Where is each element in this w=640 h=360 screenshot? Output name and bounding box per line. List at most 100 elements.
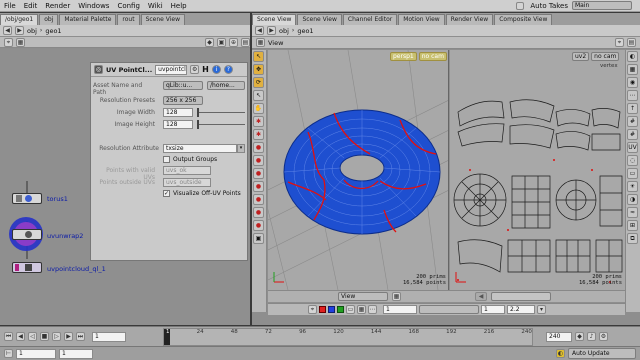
snap-options-icon[interactable]: ▾ xyxy=(537,305,546,314)
node-name-field[interactable]: uvpointcl xyxy=(155,64,188,75)
prim-numbers-icon[interactable]: # xyxy=(627,116,638,127)
tab-motion-view[interactable]: Motion View xyxy=(398,14,445,25)
auto-update-menu[interactable]: Auto Update xyxy=(568,348,636,359)
output-groups-checkbox[interactable] xyxy=(163,156,170,163)
node-uvunwrap2[interactable] xyxy=(12,229,42,240)
forward-arrow-icon[interactable]: ▶ xyxy=(15,26,24,35)
info-icon[interactable]: i xyxy=(211,65,221,74)
pin-icon[interactable]: ⌖ xyxy=(4,37,13,47)
view-tool-icon[interactable]: ✋ xyxy=(253,103,264,114)
step-field[interactable]: 1 xyxy=(481,305,505,314)
move-tool-icon[interactable]: ✥ xyxy=(253,64,264,75)
snap-tool-icon[interactable]: ● xyxy=(253,142,264,153)
uv-icon[interactable]: UV xyxy=(627,142,638,153)
first-frame-icon[interactable]: ⏮ xyxy=(4,332,13,341)
brush-tool-icon[interactable]: ✱ xyxy=(253,129,264,140)
range-start-field-2[interactable]: 1 xyxy=(59,348,93,359)
tab-scene-view-2[interactable]: Scene View xyxy=(297,14,342,25)
group-icon[interactable]: ▦ xyxy=(357,305,366,314)
menu-windows[interactable]: Windows xyxy=(74,2,113,10)
blue-swatch[interactable] xyxy=(328,306,335,313)
tab-material-palette[interactable]: Material Palette xyxy=(59,14,117,25)
attr-field[interactable]: txsize xyxy=(163,144,237,153)
grid-snap-icon[interactable]: ● xyxy=(253,155,264,166)
tab-scene-view-1[interactable]: Scene View xyxy=(252,14,297,25)
tab-obj[interactable]: obj xyxy=(39,14,59,25)
camera-icon[interactable]: ● xyxy=(253,207,264,218)
frame-field[interactable]: 1 xyxy=(383,305,417,314)
range-start-field[interactable]: 1 xyxy=(16,348,56,359)
step-forward-icon[interactable]: ▶ xyxy=(64,332,73,341)
lights-icon[interactable]: ☀ xyxy=(627,181,638,192)
tool-a-icon[interactable]: ◆ xyxy=(205,37,214,47)
help-h-icon[interactable]: H xyxy=(202,65,209,74)
path-obj[interactable]: obj xyxy=(27,27,37,35)
tool-b-icon[interactable]: ▣ xyxy=(217,37,226,47)
play-icon[interactable]: ▷ xyxy=(52,332,61,341)
image-height-handle[interactable] xyxy=(197,120,199,129)
key-icon[interactable]: ◆ xyxy=(575,332,584,341)
visualize-checkbox[interactable]: ✓ xyxy=(163,190,170,197)
hud-icon[interactable]: ⊞ xyxy=(627,220,638,231)
settings-icon[interactable]: ⚙ xyxy=(599,332,608,341)
help-icon[interactable]: ? xyxy=(223,65,233,74)
camera-menu[interactable]: no cam xyxy=(418,52,447,61)
image-width-field[interactable]: 128 xyxy=(163,108,193,117)
perspective-viewport[interactable]: persp1 no cam 200 prims 16,584 points xyxy=(268,50,449,290)
value-field[interactable]: 2.2 xyxy=(507,305,535,314)
path-geo1[interactable]: geo1 xyxy=(297,27,313,35)
menu-edit[interactable]: Edit xyxy=(20,2,42,10)
tab-obj-geo1[interactable]: /obj/geo1 xyxy=(0,14,39,25)
edge-snap-icon[interactable]: ● xyxy=(253,181,264,192)
presets-menu[interactable]: 256 x 256 xyxy=(163,96,203,105)
view-settings-icon[interactable]: ▦ xyxy=(392,292,401,301)
asset-lib-menu[interactable]: qLib::u... xyxy=(163,81,203,90)
tab-composite-view[interactable]: Composite View xyxy=(494,14,553,25)
image-width-slider[interactable] xyxy=(197,112,245,113)
bg-icon[interactable]: ▭ xyxy=(627,168,638,179)
desktop-select[interactable]: Main xyxy=(572,1,632,10)
step-back-icon[interactable]: ◀ xyxy=(16,332,25,341)
fog-icon[interactable]: ≈ xyxy=(627,207,638,218)
pin-icon[interactable]: ⌖ xyxy=(615,38,624,47)
shadows-icon[interactable]: ◑ xyxy=(627,194,638,205)
red-swatch[interactable] xyxy=(319,306,326,313)
forward-arrow-icon[interactable]: ▶ xyxy=(267,26,276,35)
path-geo1[interactable]: geo1 xyxy=(45,27,61,35)
point-snap-icon[interactable]: ● xyxy=(253,168,264,179)
green-swatch[interactable] xyxy=(337,306,344,313)
point-mode-icon[interactable]: ⋯ xyxy=(368,305,377,314)
tab-render-view[interactable]: Render View xyxy=(445,14,494,25)
last-frame-icon[interactable]: ⏭ xyxy=(76,332,85,341)
node-uvpointcloud[interactable] xyxy=(12,262,42,273)
render-icon[interactable]: ● xyxy=(253,220,264,231)
back-arrow-icon[interactable]: ◀ xyxy=(3,26,12,35)
ghost-icon[interactable]: ◌ xyxy=(627,155,638,166)
overlay-icon[interactable]: ⧉ xyxy=(627,233,638,244)
gear-icon[interactable]: ⚙ xyxy=(190,65,200,74)
menu-wiki[interactable]: Wiki xyxy=(144,2,167,10)
points-icon[interactable]: ⋯ xyxy=(627,90,638,101)
image-height-field[interactable]: 128 xyxy=(163,120,193,129)
end-frame-field[interactable]: 240 xyxy=(546,331,572,342)
update-mode-icon[interactable]: ◐ xyxy=(556,349,565,358)
stop-icon[interactable]: ■ xyxy=(40,332,49,341)
pose-tool-icon[interactable]: ✱ xyxy=(253,116,264,127)
node-torus1[interactable] xyxy=(12,193,42,204)
image-width-handle[interactable] xyxy=(197,108,199,117)
tab-rout[interactable]: rout xyxy=(117,14,140,25)
attr-dropdown-icon[interactable]: ▾ xyxy=(237,144,245,153)
grid-icon[interactable]: ▦ xyxy=(16,37,25,47)
path-obj[interactable]: obj xyxy=(279,27,289,35)
display-opt-icon[interactable]: ◐ xyxy=(627,51,638,62)
play-reverse-icon[interactable]: ◁ xyxy=(28,332,37,341)
audio-icon[interactable]: ♪ xyxy=(587,332,596,341)
tab-channel-editor[interactable]: Channel Editor xyxy=(342,14,398,25)
select-tool-icon[interactable]: ↖ xyxy=(253,51,264,62)
rotate-tool-icon[interactable]: ⟳ xyxy=(253,77,264,88)
point-numbers-icon[interactable]: # xyxy=(627,129,638,140)
layout-icon[interactable]: ▤ xyxy=(241,37,250,47)
uv-camera-menu[interactable]: no cam xyxy=(591,52,620,61)
uv-range-slider[interactable] xyxy=(491,292,551,301)
menu-help[interactable]: Help xyxy=(167,2,191,10)
